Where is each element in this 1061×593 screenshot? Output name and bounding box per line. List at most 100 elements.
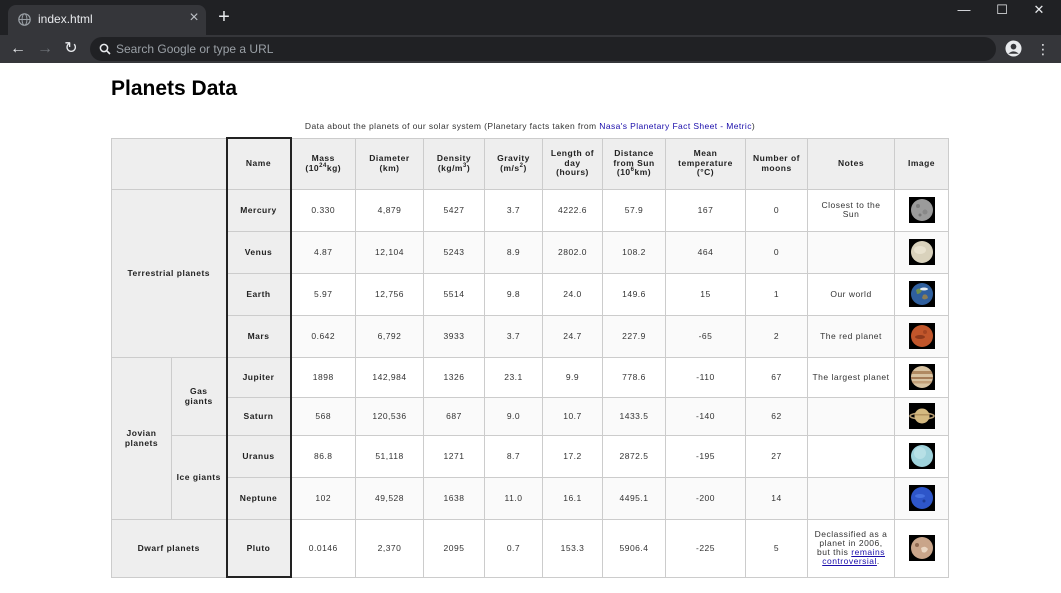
header-mass-unit: kg) xyxy=(326,162,342,173)
tab-close-icon[interactable]: × xyxy=(186,10,202,26)
diameter-cell: 142,984 xyxy=(355,356,424,398)
diameter-cell: 12,756 xyxy=(355,272,424,316)
header-mass: Mass (1024kg) xyxy=(290,137,356,190)
page-content: Planets Data Data about the planets of o… xyxy=(0,63,1061,593)
diameter-cell: 49,528 xyxy=(355,476,424,520)
jupiter-image xyxy=(908,364,935,390)
header-length-of-day: Length of day (hours) xyxy=(542,137,603,190)
planets-table: Name Mass (1024kg) Diameter (km) Density… xyxy=(111,137,949,578)
header-density: Density (kg/m3) xyxy=(423,137,485,190)
diameter-cell: 2,370 xyxy=(355,518,424,578)
gravity-cell: 8.9 xyxy=(484,230,543,274)
image-cell xyxy=(894,476,949,520)
mass-cell: 1898 xyxy=(290,356,356,398)
distance-cell: 5906.4 xyxy=(602,518,666,578)
temperature-cell: -110 xyxy=(665,356,746,398)
planet-name: Mercury xyxy=(225,188,292,232)
saturn-image xyxy=(908,403,935,429)
table-row: Earth 5.97 12,756 5514 9.8 24.0 149.6 15… xyxy=(112,272,949,316)
day-length-cell: 24.0 xyxy=(542,272,603,316)
mass-cell: 0.642 xyxy=(290,314,356,358)
image-cell xyxy=(894,434,949,478)
gravity-cell: 11.0 xyxy=(484,476,543,520)
window-minimize-icon[interactable]: — xyxy=(950,2,978,18)
mass-cell: 0.330 xyxy=(290,188,356,232)
caption-text: Data about the planets of our solar syst… xyxy=(304,121,600,131)
distance-cell: 227.9 xyxy=(602,314,666,358)
table-row: Dwarf planets Pluto 0.0146 2,370 2095 0.… xyxy=(111,518,949,578)
table-caption: Data about the planets of our solar syst… xyxy=(111,121,949,131)
gravity-cell: 3.7 xyxy=(484,188,543,232)
notes-cell xyxy=(807,434,895,478)
notes-cell xyxy=(807,396,895,436)
gravity-cell: 9.8 xyxy=(484,272,543,316)
window-close-icon[interactable]: ✕ xyxy=(1025,2,1053,18)
planet-name: Saturn xyxy=(225,396,292,436)
planet-name: Neptune xyxy=(225,476,292,520)
gravity-cell: 8.7 xyxy=(484,434,543,478)
header-mean-temperature: Mean temperature (°C) xyxy=(665,137,746,190)
planet-name: Venus xyxy=(225,230,292,274)
group-gas-giants: Gas giants xyxy=(171,356,227,436)
diameter-cell: 120,536 xyxy=(355,396,424,436)
profile-avatar-icon[interactable] xyxy=(1005,40,1022,57)
diameter-cell: 51,118 xyxy=(355,434,424,478)
density-cell: 2095 xyxy=(423,518,485,578)
header-image: Image xyxy=(894,137,949,190)
moons-cell: 67 xyxy=(745,356,808,398)
density-cell: 1271 xyxy=(423,434,485,478)
distance-cell: 57.9 xyxy=(602,188,666,232)
header-distance: Distance from Sun (106km) xyxy=(602,137,666,190)
neptune-image xyxy=(908,485,935,511)
diameter-cell: 4,879 xyxy=(355,188,424,232)
image-cell xyxy=(894,396,949,436)
moons-cell: 5 xyxy=(745,518,808,578)
header-density-end: ) xyxy=(466,162,471,173)
reload-icon[interactable]: ↻ xyxy=(61,39,81,59)
browser-tab[interactable]: index.html × xyxy=(8,5,206,35)
header-name: Name xyxy=(225,137,292,190)
kebab-menu-icon[interactable]: ⋮ xyxy=(1036,40,1050,58)
forward-arrow-icon[interactable]: → xyxy=(35,39,55,59)
temperature-cell: -195 xyxy=(665,434,746,478)
header-mass-exp: 24 xyxy=(319,162,327,169)
gravity-cell: 9.0 xyxy=(484,396,543,436)
mass-cell: 4.87 xyxy=(290,230,356,274)
temperature-cell: -200 xyxy=(665,476,746,520)
temperature-cell: -140 xyxy=(665,396,746,436)
tab-title: index.html xyxy=(38,12,93,26)
image-cell xyxy=(894,272,949,316)
day-length-cell: 2802.0 xyxy=(542,230,603,274)
new-tab-icon[interactable]: + xyxy=(215,7,233,27)
moons-cell: 0 xyxy=(745,188,808,232)
window-maximize-icon[interactable]: ☐ xyxy=(988,2,1016,18)
group-jovian-planets: Jovian planets xyxy=(111,356,172,520)
omnibox-input[interactable] xyxy=(116,37,976,61)
moons-cell: 27 xyxy=(745,434,808,478)
moons-cell: 2 xyxy=(745,314,808,358)
group-terrestrial-planets: Terrestrial planets xyxy=(111,188,227,358)
header-gravity: Gravity (m/s2) xyxy=(484,137,543,190)
browser-titlebar: index.html × + — ☐ ✕ xyxy=(0,0,1061,35)
mars-image xyxy=(908,323,935,349)
day-length-cell: 9.9 xyxy=(542,356,603,398)
nasa-fact-sheet-link[interactable]: Nasa's Planetary Fact Sheet - Metric xyxy=(599,121,752,131)
density-cell: 5427 xyxy=(423,188,485,232)
header-blank xyxy=(111,137,227,190)
day-length-cell: 153.3 xyxy=(542,518,603,578)
density-cell: 3933 xyxy=(423,314,485,358)
table-row: Ice giants Uranus 86.8 51,118 1271 8.7 1… xyxy=(112,434,949,520)
uranus-image xyxy=(908,443,935,469)
search-icon xyxy=(99,43,111,55)
table-row: Saturn 568 120,536 687 9.0 10.7 1433.5 -… xyxy=(112,396,949,436)
venus-image xyxy=(908,239,935,265)
moons-cell: 1 xyxy=(745,272,808,316)
earth-image xyxy=(908,281,935,307)
density-cell: 1638 xyxy=(423,476,485,520)
browser-toolbar: ← → ↻ ⋮ xyxy=(0,35,1061,63)
back-arrow-icon[interactable]: ← xyxy=(8,39,28,59)
header-row: Name Mass (1024kg) Diameter (km) Density… xyxy=(111,137,949,190)
caption-end: ) xyxy=(751,121,756,131)
diameter-cell: 6,792 xyxy=(355,314,424,358)
omnibox[interactable] xyxy=(90,37,996,61)
